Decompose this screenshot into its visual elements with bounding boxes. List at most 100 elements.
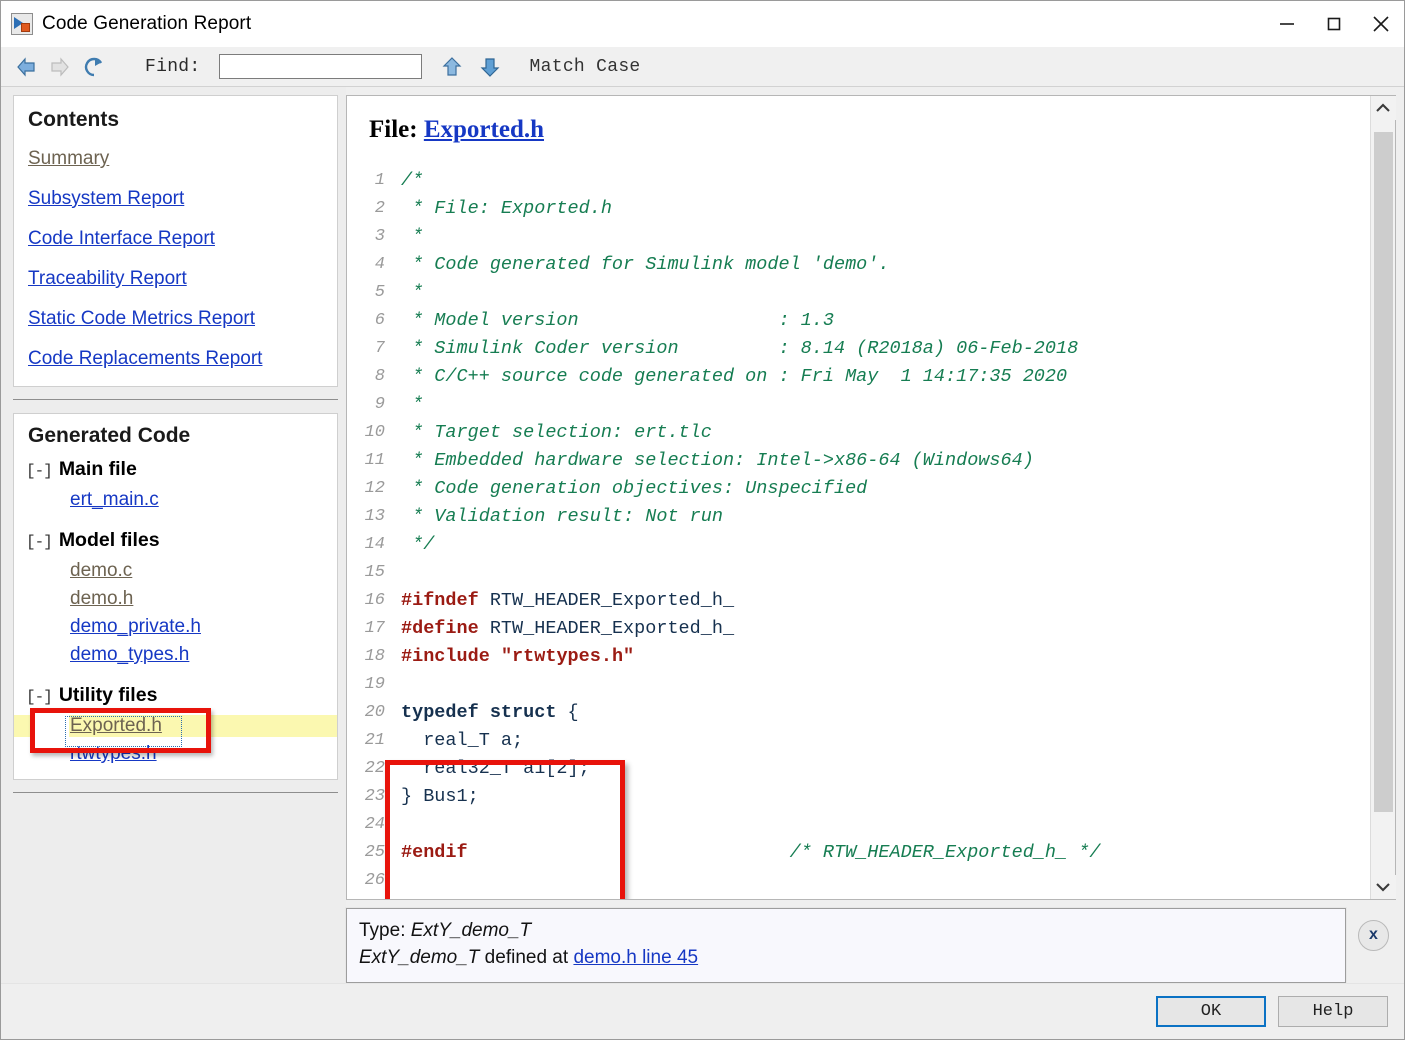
code-line-text: typedef struct { bbox=[401, 701, 579, 723]
simulink-icon bbox=[11, 13, 33, 35]
code-line-text: * bbox=[401, 225, 424, 247]
back-arrow-icon[interactable] bbox=[13, 54, 39, 80]
info-def-link[interactable]: demo.h line 45 bbox=[573, 947, 698, 968]
document-view[interactable]: File: Exported.h 1 /* 2 * File: Exported.h… bbox=[347, 96, 1370, 899]
line-number: 4 bbox=[374, 254, 385, 274]
help-button[interactable]: Help bbox=[1278, 996, 1388, 1027]
scrollbar-track[interactable] bbox=[1371, 120, 1396, 875]
tree-file-demo-types-h[interactable]: demo_types.h bbox=[14, 644, 337, 666]
code-line: 1 /* bbox=[361, 166, 1370, 194]
line-number: 5 bbox=[374, 282, 385, 302]
page-title: Code Generation Report bbox=[42, 13, 252, 34]
code-line: 20 typedef struct { bbox=[361, 698, 1370, 726]
code-line: 7 * Simulink Coder version : 8.14 (R2018… bbox=[361, 334, 1370, 362]
code-line-text: * bbox=[401, 281, 424, 303]
line-number: 26 bbox=[364, 870, 385, 890]
tree-group-main-file[interactable]: [-] Main file bbox=[14, 458, 337, 481]
chevron-down-icon[interactable] bbox=[1370, 874, 1396, 899]
forward-arrow-icon bbox=[47, 54, 73, 80]
line-number: 3 bbox=[374, 226, 385, 246]
code-line: 9 * bbox=[361, 390, 1370, 418]
code-line: 16 #ifndef RTW_HEADER_Exported_h_ bbox=[361, 586, 1370, 614]
sidebar-item-code-replacements-report[interactable]: Code Replacements Report bbox=[14, 348, 337, 370]
code-line-text: * Validation result: Not run bbox=[401, 505, 723, 527]
code-line: 21 real_T a; bbox=[361, 726, 1370, 754]
code-line-text: * File: Exported.h bbox=[401, 197, 612, 219]
code-line: 14 */ bbox=[361, 530, 1370, 558]
line-number: 14 bbox=[364, 534, 385, 554]
generated-code-heading: Generated Code bbox=[28, 424, 191, 447]
sidebar-item-subsystem-report[interactable]: Subsystem Report bbox=[14, 188, 337, 210]
close-icon[interactable] bbox=[1357, 1, 1404, 47]
find-label: Find: bbox=[145, 56, 201, 77]
arrow-up-icon[interactable] bbox=[440, 54, 464, 80]
code-line: 17 #define RTW_HEADER_Exported_h_ bbox=[361, 614, 1370, 642]
code-line: 19 bbox=[361, 670, 1370, 698]
info-def-type-name: ExtY_demo_T bbox=[359, 947, 480, 969]
code-line-text: } Bus1; bbox=[401, 785, 479, 807]
code-line: 13 * Validation result: Not run bbox=[361, 502, 1370, 530]
line-number: 18 bbox=[364, 646, 385, 666]
close-info-button[interactable]: x bbox=[1358, 919, 1389, 951]
code-line-text: * bbox=[401, 393, 424, 415]
generated-code-panel: Generated Code [-] Main file ert_main.c … bbox=[13, 413, 338, 780]
tree-file-exported-h[interactable]: Exported.h bbox=[14, 715, 162, 737]
tree-group-label: Model files bbox=[58, 529, 160, 551]
line-number: 16 bbox=[364, 590, 385, 610]
line-number: 12 bbox=[364, 478, 385, 498]
scrollbar-thumb[interactable] bbox=[1373, 132, 1393, 812]
code-line: 4 * Code generated for Simulink model 'd… bbox=[361, 250, 1370, 278]
tree-group-label: Main file bbox=[58, 458, 137, 480]
info-type-name: ExtY_demo_T bbox=[410, 919, 532, 941]
code-line-text: #ifndef RTW_HEADER_Exported_h_ bbox=[401, 589, 735, 611]
collapse-toggle-icon[interactable]: [-] bbox=[26, 533, 53, 551]
tree-file-ert-main-c[interactable]: ert_main.c bbox=[14, 489, 337, 511]
type-info-panel: Type: ExtY_demo_T ExtY_demo_T defined at… bbox=[346, 907, 1346, 983]
content-column: File: Exported.h 1 /* 2 * File: Exported.h… bbox=[346, 87, 1404, 983]
main-body: Contents Summary Subsystem Report Code I… bbox=[1, 87, 1404, 983]
code-line: 15 bbox=[361, 558, 1370, 586]
document-frame: File: Exported.h 1 /* 2 * File: Exported.h… bbox=[346, 95, 1396, 900]
line-number: 11 bbox=[364, 450, 385, 470]
code-line-text: * Embedded hardware selection: Intel->x8… bbox=[401, 449, 1034, 471]
sidebar-item-traceability-report[interactable]: Traceability Report bbox=[14, 268, 337, 290]
sidebar-item-code-interface-report[interactable]: Code Interface Report bbox=[14, 228, 337, 250]
ok-button[interactable]: OK bbox=[1156, 996, 1266, 1027]
line-number: 6 bbox=[374, 310, 385, 330]
tree-file-demo-private-h[interactable]: demo_private.h bbox=[14, 616, 337, 638]
minimize-icon[interactable] bbox=[1263, 1, 1310, 47]
tree-group-model-files[interactable]: [-] Model files bbox=[14, 529, 337, 552]
code-line-text: real32_T a1[2]; bbox=[401, 757, 590, 779]
line-number: 23 bbox=[364, 786, 385, 806]
sidebar-item-summary[interactable]: Summary bbox=[14, 148, 337, 170]
line-number: 9 bbox=[374, 394, 385, 414]
search-input[interactable] bbox=[218, 54, 422, 79]
code-line: 18 #include "rtwtypes.h" bbox=[361, 642, 1370, 670]
collapse-toggle-icon[interactable]: [-] bbox=[26, 462, 53, 480]
collapse-toggle-icon[interactable]: [-] bbox=[26, 688, 53, 706]
tree-file-row-selected: Exported.h bbox=[14, 708, 337, 753]
contents-heading: Contents bbox=[28, 108, 119, 131]
refresh-icon[interactable] bbox=[81, 54, 107, 80]
tree-group-utility-files[interactable]: [-] Utility files bbox=[14, 684, 337, 707]
code-line-text: */ bbox=[401, 533, 435, 555]
info-line-definition: ExtY_demo_T defined at demo.h line 45 bbox=[359, 944, 1333, 972]
maximize-icon[interactable] bbox=[1310, 1, 1357, 47]
vertical-scrollbar[interactable] bbox=[1370, 96, 1396, 899]
code-line-text: #include "rtwtypes.h" bbox=[401, 645, 635, 667]
navigation-toolbar: Find: Match Case bbox=[1, 47, 1404, 87]
match-case-label[interactable]: Match Case bbox=[530, 57, 641, 77]
arrow-down-icon[interactable] bbox=[478, 54, 502, 80]
tree-file-demo-c[interactable]: demo.c bbox=[14, 560, 337, 582]
line-number: 10 bbox=[364, 422, 385, 442]
file-heading-link[interactable]: Exported.h bbox=[424, 116, 544, 143]
tree-file-demo-h[interactable]: demo.h bbox=[14, 588, 337, 610]
code-line-text: * Model version : 1.3 bbox=[401, 309, 834, 331]
line-number: 24 bbox=[364, 814, 385, 834]
line-number: 22 bbox=[364, 758, 385, 778]
chevron-up-icon[interactable] bbox=[1370, 96, 1396, 120]
sidebar-item-static-code-metrics-report[interactable]: Static Code Metrics Report bbox=[14, 308, 337, 330]
code-line-text: * Code generation objectives: Unspecifie… bbox=[401, 477, 868, 499]
code-line-text: * Code generated for Simulink model 'dem… bbox=[401, 253, 890, 275]
line-number: 19 bbox=[364, 674, 385, 694]
